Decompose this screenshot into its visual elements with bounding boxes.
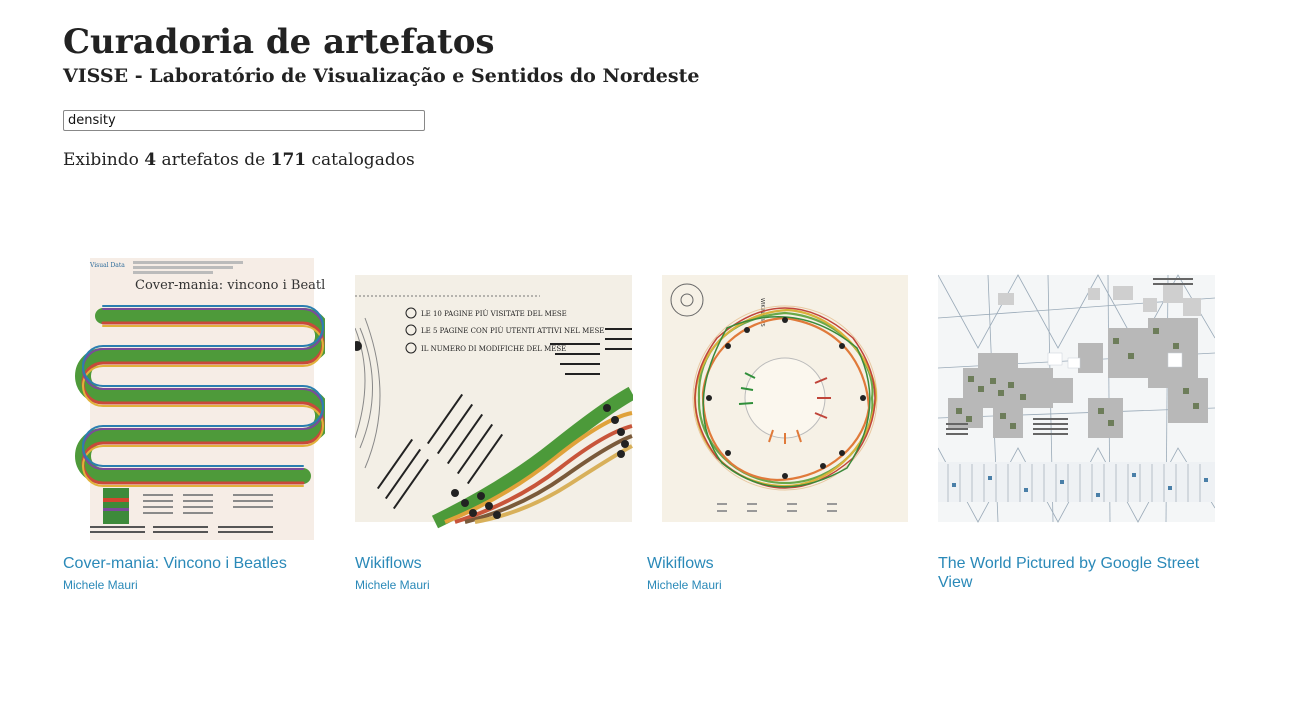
artifact-title[interactable]: The World Pictured by Google Street View — [938, 554, 1208, 592]
artifact-thumbnail[interactable]: Visual Data Cover-mania: vincono i Beatl… — [63, 258, 325, 540]
artifact-title[interactable]: Wikiflows — [355, 554, 625, 573]
artifact-title[interactable]: Wikiflows — [647, 554, 917, 573]
page-title: Curadoria de artefatos — [63, 22, 495, 62]
thumb-label-b: LE 5 PAGINE CON PIÙ UTENTI ATTIVI NEL ME… — [421, 326, 604, 335]
count-suffix: catalogados — [311, 150, 415, 170]
thumb-kicker: Visual Data — [89, 262, 125, 269]
artifact-author[interactable]: Michele Mauri — [647, 578, 722, 592]
thumb-label-a: LE 10 PAGINE PIÙ VISITATE DEL MESE — [421, 309, 567, 318]
count-shown: 4 — [144, 150, 157, 170]
thumb-headline: Cover-mania: vincono i Beatles — [135, 278, 325, 293]
count-total: 171 — [270, 150, 307, 170]
results-count: Exibindo 4 artefatos de 171 catalogados — [63, 150, 415, 170]
artifact-title[interactable]: Cover-mania: Vincono i Beatles — [63, 554, 333, 573]
artifact-thumbnail[interactable] — [938, 258, 1215, 540]
thumb-label-c: IL NUMERO DI MODIFICHE DEL MESE — [421, 345, 566, 353]
artifact-thumbnail[interactable]: LE 10 PAGINE PIÙ VISITATE DEL MESE LE 5 … — [355, 258, 633, 540]
artifact-author[interactable]: Michele Mauri — [355, 578, 430, 592]
page-subtitle: VISSE - Laboratório de Visualização e Se… — [63, 65, 700, 87]
artifact-grid: Visual Data Cover-mania: vincono i Beatl… — [63, 258, 1233, 598]
page-header: Curadoria de artefatos VISSE - Laboratór… — [63, 20, 699, 88]
search-input[interactable] — [63, 110, 425, 131]
artifact-thumbnail[interactable]: WIKIFLOWS — [647, 258, 909, 540]
count-middle: artefatos de — [161, 150, 266, 170]
count-prefix: Exibindo — [63, 150, 139, 170]
artifact-author[interactable]: Michele Mauri — [63, 578, 138, 592]
